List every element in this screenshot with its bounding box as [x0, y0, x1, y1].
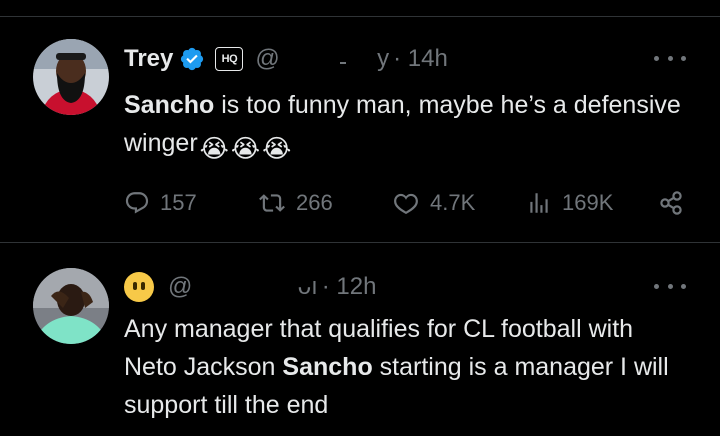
crying-emoji: 😭 — [199, 135, 229, 163]
reply-button[interactable]: 157 — [124, 186, 197, 220]
views-count: 169K — [562, 190, 614, 215]
author-name[interactable]: Trey — [124, 45, 173, 73]
avatar-reply[interactable] — [33, 268, 109, 344]
share-button[interactable] — [656, 186, 686, 220]
tweet-reply[interactable]: @ ᴗı · 12h Any manager that qualifies fo… — [0, 243, 720, 436]
handle-redacted — [199, 274, 291, 294]
tweet-header: Trey HQ @ y · 14h — [124, 42, 448, 76]
author-emoji[interactable] — [124, 272, 154, 302]
verified-badge-icon — [179, 46, 205, 72]
tweet-time[interactable]: · 12h — [322, 273, 377, 301]
like-button[interactable]: 4.7K — [392, 186, 475, 220]
handle-tail: ᴗı — [297, 273, 318, 300]
crying-emoji: 😭 — [262, 135, 292, 163]
author-handle[interactable]: @ ᴗı — [168, 273, 318, 301]
repost-count: 266 — [296, 190, 333, 215]
handle-at: @ — [255, 45, 280, 72]
tweet-time[interactable]: · 14h — [393, 45, 448, 73]
repost-icon — [259, 194, 285, 212]
like-count: 4.7K — [430, 190, 476, 215]
author-handle[interactable]: @ y — [255, 45, 389, 73]
reply-count: 157 — [160, 190, 197, 215]
affiliate-badge: HQ — [215, 47, 244, 71]
views-button[interactable]: 169K — [526, 186, 613, 220]
avatar-trey[interactable] — [33, 39, 109, 115]
tweet-trey[interactable]: Trey HQ @ y · 14h Sancho is too funny ma… — [0, 0, 720, 243]
crying-emoji: 😭 — [230, 135, 261, 163]
tweet-text: Sancho is too funny man, maybe he’s a de… — [124, 86, 684, 168]
tweet-header: @ ᴗı · 12h — [124, 270, 376, 304]
more-icon[interactable] — [654, 276, 686, 296]
action-bar: 157 266 4.7K 169K — [124, 186, 688, 220]
more-icon[interactable] — [654, 48, 686, 68]
share-icon — [660, 191, 682, 215]
tweet-text: Any manager that qualifies for CL footba… — [124, 310, 684, 424]
views-icon — [530, 193, 548, 213]
emoji-group: 😭 😭 😭 — [200, 130, 292, 168]
tweet-text-bold: Sancho — [124, 91, 215, 119]
handle-tail: y — [377, 45, 390, 72]
handle-at: @ — [168, 273, 193, 300]
like-icon — [394, 193, 418, 215]
handle-redacted — [286, 46, 370, 66]
repost-button[interactable]: 266 — [258, 186, 333, 220]
reply-icon — [125, 192, 149, 214]
tweet-text-bold: Sancho — [282, 353, 373, 381]
